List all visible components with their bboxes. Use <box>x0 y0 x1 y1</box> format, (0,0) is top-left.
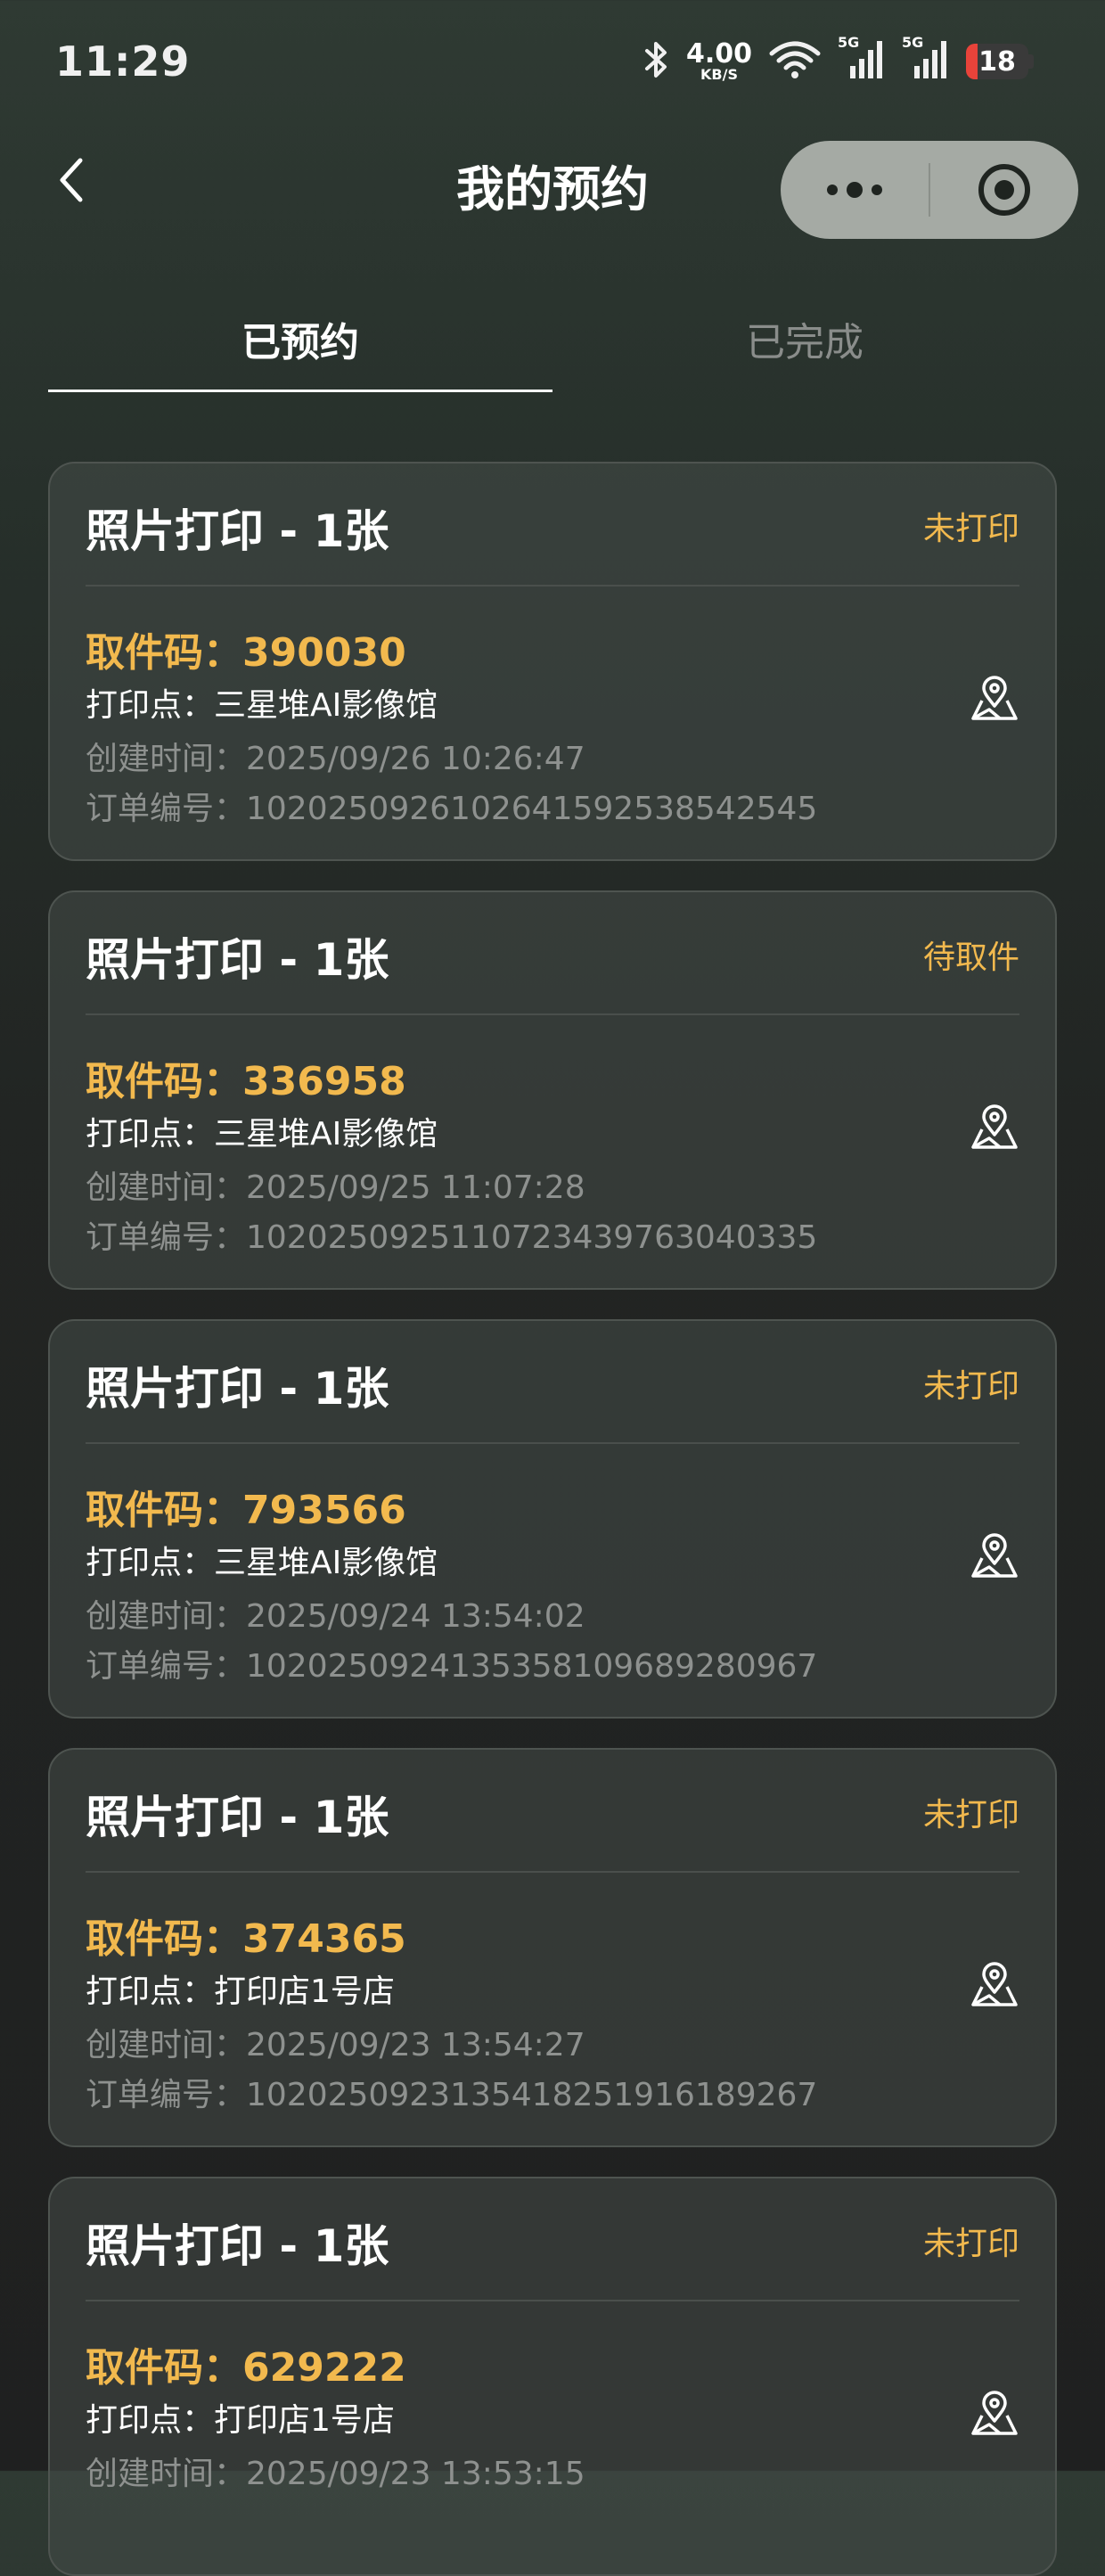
battery-fill <box>966 44 978 79</box>
pickup-code: 取件码：336958 <box>86 1059 406 1104</box>
map-location-button[interactable] <box>970 2391 1019 2441</box>
card-divider <box>86 585 1019 587</box>
card-divider <box>86 1442 1019 1444</box>
status-icons: 4.00 KB/S 5G 5G 18 <box>643 34 1034 84</box>
created-time: 创建时间：2025/09/23 13:53:15 <box>86 2456 585 2492</box>
bluetooth-icon <box>643 40 670 83</box>
map-pin-icon <box>971 2391 1018 2435</box>
order-status: 待取件 <box>922 939 1019 976</box>
signal-2-label: 5G <box>902 34 924 51</box>
order-title: 照片打印 - 1张 <box>86 2220 389 2272</box>
order-card[interactable]: 照片打印 - 1张 未打印 取件码：793566 打印点：三星堆AI影像馆 创建… <box>48 1319 1057 1719</box>
target-circle-icon <box>978 164 1030 216</box>
signal-icon: 5G <box>902 34 950 84</box>
status-time: 11:29 <box>55 37 191 86</box>
map-pin-icon <box>971 1962 1018 2006</box>
order-card[interactable]: 照片打印 - 1张 未打印 取件码：374365 打印点：打印店1号店 创建时间… <box>48 1748 1057 2147</box>
map-location-button[interactable] <box>970 1962 1019 2012</box>
order-card[interactable]: 照片打印 - 1张 待取件 取件码：336958 打印点：三星堆AI影像馆 创建… <box>48 890 1057 1290</box>
created-time: 创建时间：2025/09/25 11:07:28 <box>86 1169 585 1206</box>
order-card[interactable]: 照片打印 - 1张 未打印 取件码：390030 打印点：三星堆AI影像馆 创建… <box>48 462 1057 861</box>
mini-program-capsule <box>781 141 1078 239</box>
order-number: 订单编号：102025092511072343976304033​5 <box>86 1219 818 1256</box>
order-number: 订单编号：102025092413535810968928096​7 <box>86 1648 818 1685</box>
created-time: 创建时间：2025/09/23 13:54:27 <box>86 2027 585 2063</box>
order-status: 未打印 <box>922 511 1019 547</box>
order-title: 照片打印 - 1张 <box>86 1363 389 1415</box>
more-button[interactable] <box>781 141 929 239</box>
order-number: 订单编号：102025092610264159253854254​5 <box>86 791 818 827</box>
signal-1-label: 5G <box>838 34 860 51</box>
tab-completed[interactable]: 已完成 <box>552 294 1057 392</box>
signal-icon: 5G <box>838 34 886 84</box>
order-title: 照片打印 - 1张 <box>86 934 389 986</box>
map-location-button[interactable] <box>970 676 1019 726</box>
pickup-code: 取件码：793566 <box>86 1488 406 1533</box>
created-time: 创建时间：2025/09/26 10:26:47 <box>86 741 585 777</box>
net-speed-unit: KB/S <box>700 66 738 83</box>
created-time: 创建时间：2025/09/24 13:54:02 <box>86 1598 585 1635</box>
print-location: 打印点：打印店1号店 <box>86 1973 395 2010</box>
wifi-icon <box>768 39 822 84</box>
pickup-code: 取件码：374365 <box>86 1916 406 1962</box>
map-location-button[interactable] <box>970 1104 1019 1154</box>
net-speed: 4.00 KB/S <box>686 41 752 82</box>
card-divider <box>86 1013 1019 1015</box>
print-location: 打印点：三星堆AI影像馆 <box>86 1545 438 1581</box>
tab-booked[interactable]: 已预约 <box>48 294 552 392</box>
pickup-code: 取件码：390030 <box>86 630 406 676</box>
battery-level: 18 <box>978 45 1016 78</box>
order-title: 照片打印 - 1张 <box>86 505 389 557</box>
order-number: 订单编号：102025092313541825191618926​7 <box>86 2077 818 2113</box>
close-mini-program-button[interactable] <box>930 141 1078 239</box>
order-title: 照片打印 - 1张 <box>86 1792 389 1843</box>
print-location: 打印点：三星堆AI影像馆 <box>86 1116 438 1153</box>
order-card[interactable]: 照片打印 - 1张 未打印 取件码：629222 打印点：打印店1号店 创建时间… <box>48 2177 1057 2576</box>
status-bar: 11:29 4.00 KB/S 5G 5G 18 <box>0 0 1105 125</box>
print-location: 打印点：打印店1号店 <box>86 2402 395 2439</box>
map-location-button[interactable] <box>970 1533 1019 1583</box>
pickup-code: 取件码：629222 <box>86 2345 406 2391</box>
order-status: 未打印 <box>922 1368 1019 1405</box>
order-status: 未打印 <box>922 2226 1019 2262</box>
more-dots-icon <box>827 182 882 198</box>
tab-bar: 已预约 已完成 <box>48 294 1057 392</box>
net-speed-value: 4.00 <box>685 38 752 70</box>
card-divider <box>86 2300 1019 2301</box>
battery-icon: 18 <box>966 44 1034 79</box>
map-pin-icon <box>971 1533 1018 1578</box>
map-pin-icon <box>971 1104 1018 1149</box>
order-status: 未打印 <box>922 1797 1019 1834</box>
print-location: 打印点：三星堆AI影像馆 <box>86 687 438 724</box>
card-divider <box>86 1871 1019 1873</box>
map-pin-icon <box>971 676 1018 720</box>
